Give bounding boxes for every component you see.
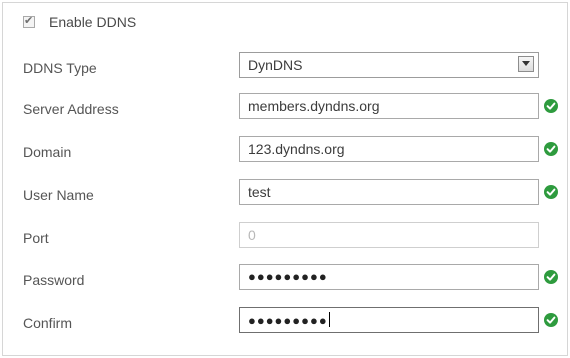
confirm-password-input[interactable]: ●●●●●●●●● [239,307,539,333]
port-row: Port 0 [3,218,569,258]
port-label: Port [23,230,49,246]
enable-ddns-label: Enable DDNS [49,14,137,30]
text-cursor [328,312,330,327]
check-circle-icon [544,185,558,199]
port-input[interactable]: 0 [239,222,539,248]
server-address-value: members.dyndns.org [248,98,380,114]
confirm-masked-value: ●●●●●●●●● [248,313,328,328]
domain-value: 123.dyndns.org [248,141,345,157]
user-name-value: test [248,184,271,200]
enable-ddns-row: ✔ Enable DDNS [23,11,136,33]
chevron-down-icon [522,61,530,66]
check-circle-icon [544,313,558,327]
domain-row: Domain 123.dyndns.org [3,132,569,172]
ddns-type-row: DDNS Type DynDNS [3,48,569,88]
enable-ddns-checkbox[interactable]: ✔ [23,15,35,28]
password-masked-value: ●●●●●●●●● [248,269,328,284]
domain-input[interactable]: 123.dyndns.org [239,136,539,162]
server-address-label: Server Address [23,101,119,117]
user-name-label: User Name [23,187,94,203]
password-label: Password [23,272,85,288]
check-circle-icon [544,99,558,113]
check-mark-icon: ✔ [24,15,34,27]
ddns-type-label: DDNS Type [23,60,97,76]
password-row: Password ●●●●●●●●● [3,260,569,300]
server-address-input[interactable]: members.dyndns.org [239,93,539,119]
ddns-type-dropdown-button[interactable] [518,56,534,72]
ddns-type-select[interactable]: DynDNS [239,52,539,78]
ddns-type-selected-value: DynDNS [248,57,303,73]
confirm-label: Confirm [23,315,73,331]
port-value: 0 [248,227,256,243]
password-input[interactable]: ●●●●●●●●● [239,264,539,290]
check-circle-icon [544,270,558,284]
check-circle-icon [544,142,558,156]
ddns-settings-panel: ✔ Enable DDNS DDNS Type DynDNS Server Ad… [2,2,568,356]
server-address-row: Server Address members.dyndns.org [3,89,569,129]
user-name-input[interactable]: test [239,179,539,205]
confirm-row: Confirm ●●●●●●●●● [3,303,569,343]
domain-label: Domain [23,144,72,160]
user-name-row: User Name test [3,175,569,215]
